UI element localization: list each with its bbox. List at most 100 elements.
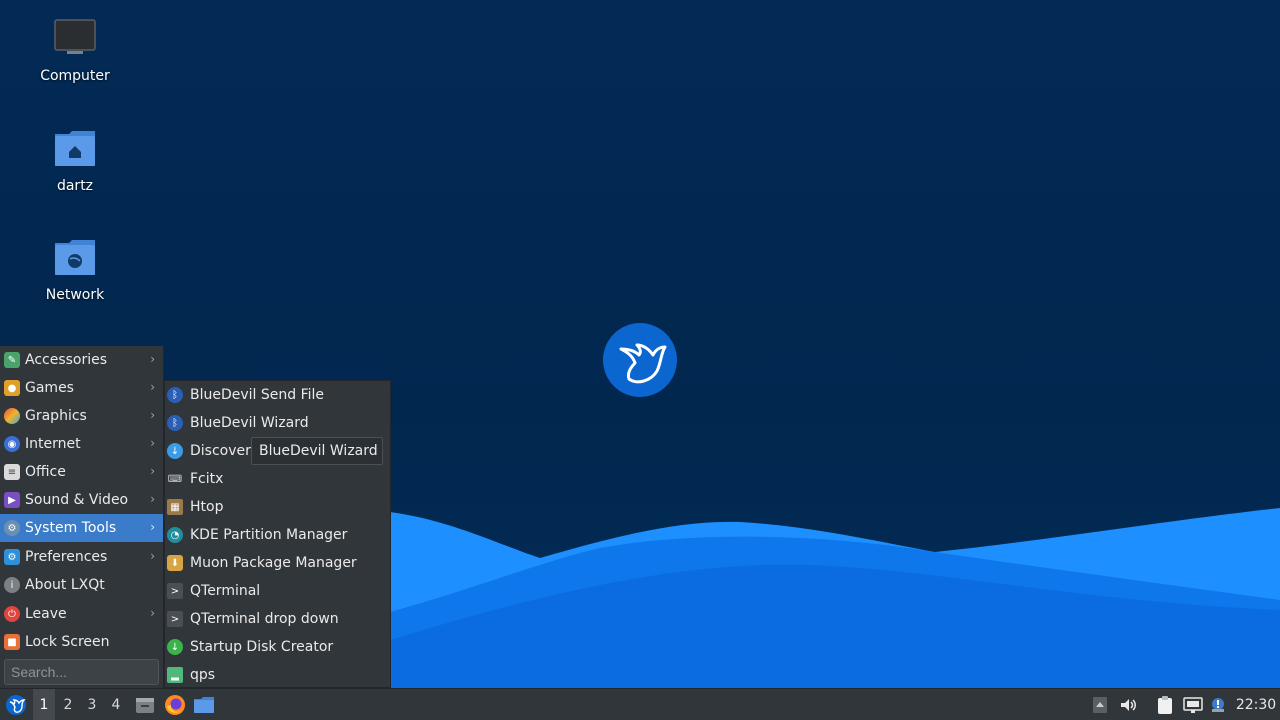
menu-item-system-tools[interactable]: ⚙ System Tools › — [0, 514, 163, 542]
update-notifier-button[interactable] — [1207, 689, 1229, 720]
menu-item-label: Internet — [25, 436, 81, 452]
chevron-right-icon: › — [150, 352, 155, 366]
menu-item-internet[interactable]: ◉ Internet › — [0, 430, 163, 458]
system-tools-icon: ⚙ — [4, 520, 20, 536]
workspace-2-button[interactable]: 2 — [57, 689, 79, 720]
submenu-item-muon-package-manager[interactable]: ⬇ Muon Package Manager — [165, 549, 390, 577]
submenu-item-label: BlueDevil Wizard — [190, 415, 309, 431]
menu-item-office[interactable]: ≡ Office › — [0, 458, 163, 486]
submenu-item-label: Muon Package Manager — [190, 555, 357, 571]
network-tray-button[interactable] — [1181, 689, 1205, 720]
taskbar: 1 2 3 4 22:30 — [0, 688, 1280, 720]
menu-item-leave[interactable]: ⏻ Leave › — [0, 600, 163, 628]
package-manager-icon: ⬇ — [167, 555, 183, 571]
main-menu-button[interactable] — [2, 689, 30, 720]
desktop-icon-label: dartz — [56, 178, 94, 194]
menu-item-label: Preferences — [25, 549, 108, 565]
clipboard-icon — [1158, 696, 1172, 714]
submenu-item-bluedevil-wizard[interactable]: ᛒ BlueDevil Wizard — [165, 409, 390, 437]
submenu-item-label: KDE Partition Manager — [190, 527, 348, 543]
games-icon: ● — [4, 380, 20, 396]
firefox-icon — [165, 695, 185, 715]
menu-item-games[interactable]: ● Games › — [0, 374, 163, 402]
menu-item-label: Sound & Video — [25, 492, 129, 508]
workspace-4-button[interactable]: 4 — [105, 689, 127, 720]
qps-icon: ▂ — [167, 667, 183, 683]
lubuntu-logo — [603, 323, 677, 397]
submenu-item-qterminal-drop-down[interactable]: > QTerminal drop down — [165, 605, 390, 633]
menu-item-label: System Tools — [25, 520, 117, 536]
chevron-right-icon: › — [150, 436, 155, 450]
bluetooth-icon: ᛒ — [167, 387, 183, 403]
workspace-3-button[interactable]: 3 — [81, 689, 103, 720]
submenu-item-label: QTerminal drop down — [190, 611, 339, 627]
file-manager-launcher[interactable] — [191, 689, 217, 720]
power-icon: ⏻ — [4, 606, 20, 622]
desktop-icon-label: Computer — [40, 68, 110, 84]
show-desktop-button[interactable] — [132, 689, 158, 720]
volume-button[interactable] — [1117, 689, 1139, 720]
menu-item-label: Lock Screen — [25, 634, 110, 650]
menu-item-label: About LXQt — [25, 577, 105, 593]
bluetooth-icon: ᛒ — [167, 415, 183, 431]
submenu-item-bluedevil-send-file[interactable]: ᛒ BlueDevil Send File — [165, 381, 390, 409]
menu-item-sound-video[interactable]: ▶ Sound & Video › — [0, 486, 163, 514]
accessories-icon: ✎ — [4, 352, 20, 368]
submenu-item-kde-partition-manager[interactable]: ◔ KDE Partition Manager — [165, 521, 390, 549]
submenu-item-qterminal[interactable]: > QTerminal — [165, 577, 390, 605]
submenu-item-htop[interactable]: ▦ Htop — [165, 493, 390, 521]
menu-item-label: Games — [25, 380, 74, 396]
workspace-1-button[interactable]: 1 — [33, 689, 55, 720]
menu-item-label: Accessories — [25, 352, 108, 368]
application-menu: ✎ Accessories › ● Games › Graphics › ◉ I… — [0, 346, 164, 688]
clipboard-button[interactable] — [1154, 689, 1176, 720]
preferences-icon: ⚙ — [4, 549, 20, 565]
menu-item-label: Leave — [25, 606, 67, 622]
show-desktop-icon — [136, 698, 154, 713]
chevron-right-icon: › — [150, 520, 155, 534]
office-icon: ≡ — [4, 464, 20, 480]
chevron-right-icon: › — [150, 606, 155, 620]
computer-desktop-icon[interactable]: Computer — [20, 18, 130, 84]
info-icon: i — [4, 577, 20, 593]
volume-icon — [1121, 699, 1136, 711]
chevron-right-icon: › — [150, 492, 155, 506]
home-folder-icon — [53, 128, 97, 172]
chevron-right-icon: › — [150, 549, 155, 563]
tray-show-hidden-button[interactable] — [1090, 689, 1110, 720]
menu-item-accessories[interactable]: ✎ Accessories › — [0, 346, 163, 374]
sound-video-icon: ▶ — [4, 492, 20, 508]
menu-item-graphics[interactable]: Graphics › — [0, 402, 163, 430]
discover-icon: ↓ — [167, 443, 183, 459]
chevron-right-icon: › — [150, 380, 155, 394]
clock[interactable]: 22:30 — [1234, 689, 1278, 720]
menu-search-input[interactable] — [4, 659, 159, 685]
submenu-item-startup-disk-creator[interactable]: ↓ Startup Disk Creator — [165, 633, 390, 661]
lubuntu-menu-icon — [6, 695, 26, 715]
firefox-launcher[interactable] — [162, 689, 188, 720]
home-folder-desktop-icon[interactable]: dartz — [20, 128, 130, 194]
desktop-icon-label: Network — [45, 287, 105, 303]
monitor-icon — [53, 18, 97, 62]
submenu-item-label: Fcitx — [190, 471, 224, 487]
submenu-item-qps[interactable]: ▂ qps — [165, 661, 390, 689]
htop-icon: ▦ — [167, 499, 183, 515]
tray-expand-icon — [1093, 697, 1107, 713]
network-folder-icon — [53, 237, 97, 281]
menu-item-about-lxqt[interactable]: i About LXQt — [0, 571, 163, 599]
graphics-icon — [4, 408, 20, 424]
network-desktop-icon[interactable]: Network — [20, 237, 130, 303]
internet-icon: ◉ — [4, 436, 20, 452]
menu-item-lock-screen[interactable]: ■ Lock Screen — [0, 628, 163, 656]
submenu-item-label: QTerminal — [190, 583, 261, 599]
chevron-right-icon: › — [150, 408, 155, 422]
menu-item-preferences[interactable]: ⚙ Preferences › — [0, 543, 163, 571]
startup-disk-icon: ↓ — [167, 639, 183, 655]
update-alert-icon — [1212, 698, 1224, 712]
lock-icon: ■ — [4, 634, 20, 650]
submenu-item-label: Startup Disk Creator — [190, 639, 334, 655]
submenu-item-label: Discover — [190, 443, 251, 459]
submenu-item-fcitx[interactable]: ⌨ Fcitx — [165, 465, 390, 493]
submenu-item-label: Htop — [190, 499, 224, 515]
menu-item-label: Office — [25, 464, 66, 480]
